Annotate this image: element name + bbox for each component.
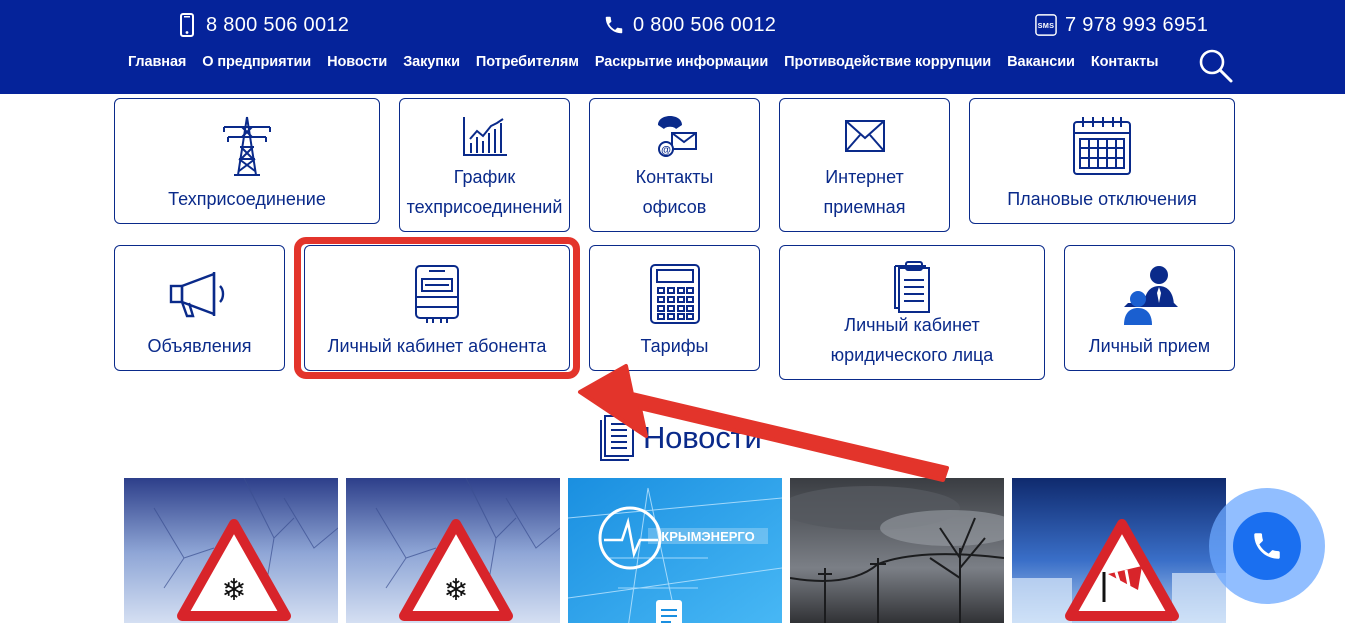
- nav-item-consumers[interactable]: Потребителям: [476, 54, 579, 70]
- site-header: 8 800 506 0012 0 800 506 0012 SMS 7 978 …: [0, 0, 1345, 94]
- tile-internet-reception[interactable]: Интернет приемная: [779, 98, 950, 232]
- svg-text:КРЫМЭНЕРГО: КРЫМЭНЕРГО: [661, 529, 754, 544]
- nav-item-anticorruption[interactable]: Противодействие коррупции: [784, 54, 991, 70]
- nav-item-news[interactable]: Новости: [327, 54, 387, 70]
- svg-text:@: @: [661, 145, 671, 156]
- phone-sms[interactable]: SMS 7 978 993 6951: [1035, 12, 1208, 38]
- tile-tech-schedule[interactable]: График техприсоединений: [399, 98, 570, 232]
- search-icon: [1199, 49, 1233, 83]
- tile-label: Техприсоединение: [168, 189, 326, 209]
- calendar-icon: [1073, 117, 1131, 175]
- news-title[interactable]: Новости: [643, 420, 762, 456]
- svg-text:❄: ❄: [443, 573, 468, 608]
- mobile-phone-icon: [176, 13, 198, 37]
- megaphone-icon: [169, 272, 224, 318]
- nav-item-procurement[interactable]: Закупки: [403, 54, 460, 70]
- news-image-krymenergo: КРЫМЭНЕРГО: [568, 478, 782, 623]
- tile-label: График техприсоединений: [406, 167, 563, 217]
- phone-mobile[interactable]: 8 800 506 0012: [176, 12, 349, 38]
- tile-label: Личный кабинет юридического лица: [830, 315, 994, 365]
- news-card-4[interactable]: [790, 478, 1004, 623]
- news-image-winter-warning: ❄: [346, 478, 560, 623]
- newspaper-icon: [600, 415, 634, 461]
- svg-text:❄: ❄: [221, 573, 246, 608]
- nav-item-contacts[interactable]: Контакты: [1091, 54, 1159, 70]
- nav-item-disclosure[interactable]: Раскрытие информации: [595, 54, 768, 70]
- envelope-icon: [844, 120, 885, 152]
- tile-label: Контакты офисов: [635, 167, 714, 217]
- news-image-wind-warning: [1012, 478, 1226, 623]
- tile-planned-outages[interactable]: Плановые отключения: [969, 98, 1235, 224]
- tile-announcements[interactable]: Объявления: [114, 245, 285, 371]
- phone-sms-number[interactable]: 7 978 993 6951: [1065, 14, 1208, 37]
- tile-subscriber-cabinet[interactable]: Личный кабинет абонента: [304, 245, 570, 371]
- tile-label: Объявления: [147, 336, 252, 356]
- tile-label: Плановые отключения: [1007, 189, 1197, 209]
- phone-handset-icon: [603, 13, 625, 37]
- phone-landline[interactable]: 0 800 506 0012: [603, 12, 776, 38]
- news-card-1[interactable]: ❄: [124, 478, 338, 623]
- phone-landline-number[interactable]: 0 800 506 0012: [633, 14, 776, 37]
- search-button[interactable]: [1198, 48, 1234, 84]
- phone-mobile-number[interactable]: 8 800 506 0012: [206, 14, 349, 37]
- nav-item-vacancies[interactable]: Вакансии: [1007, 54, 1075, 70]
- electric-meter-icon: [415, 265, 459, 323]
- calculator-icon: [649, 264, 700, 324]
- main-nav: Главная О предприятии Новости Закупки По…: [128, 54, 1174, 70]
- news-section-header: Новости: [597, 414, 762, 462]
- tile-label: Личный кабинет абонента: [327, 336, 547, 356]
- call-button[interactable]: [1233, 512, 1301, 580]
- tile-label: Интернет приемная: [823, 167, 906, 217]
- tile-legal-entity-cabinet[interactable]: Личный кабинет юридического лица: [779, 245, 1045, 380]
- sms-icon: SMS: [1035, 13, 1057, 37]
- phone-call-icon: [1254, 533, 1280, 559]
- phone-mail-icon: @: [657, 116, 697, 157]
- people-meeting-icon: [1123, 266, 1178, 325]
- tile-tariffs[interactable]: Тарифы: [589, 245, 760, 371]
- news-image-winter-warning: ❄: [124, 478, 338, 623]
- tile-tech-connection[interactable]: Техприсоединение: [114, 98, 380, 224]
- power-tower-icon: [223, 116, 271, 176]
- bar-chart-icon: [462, 117, 507, 156]
- svg-text:SMS: SMS: [1038, 21, 1055, 30]
- tile-personal-reception[interactable]: Личный прием: [1064, 245, 1235, 371]
- nav-item-home[interactable]: Главная: [128, 54, 186, 70]
- news-image-storm: [790, 478, 1004, 623]
- clipboard-icon: [894, 261, 930, 313]
- nav-item-about[interactable]: О предприятии: [202, 54, 311, 70]
- news-card-2[interactable]: ❄: [346, 478, 560, 623]
- tile-office-contacts[interactable]: @ Контакты офисов: [589, 98, 760, 232]
- news-card-3[interactable]: КРЫМЭНЕРГО: [568, 478, 782, 623]
- tile-label: Личный прием: [1088, 336, 1211, 356]
- tile-label: Тарифы: [640, 336, 709, 356]
- news-card-5[interactable]: [1012, 478, 1226, 623]
